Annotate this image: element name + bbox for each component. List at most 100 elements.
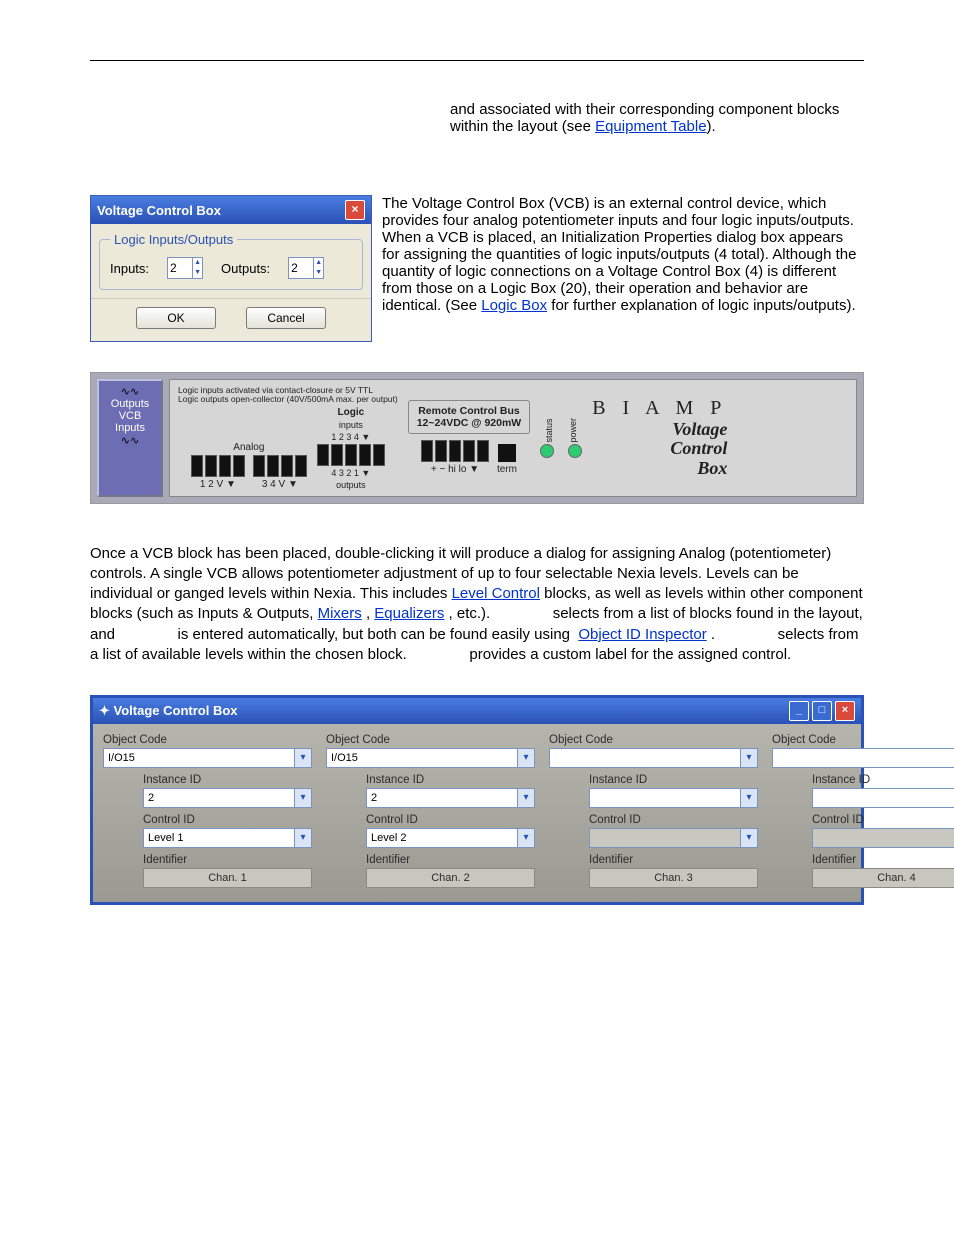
remote-line2: 12~24VDC @ 920mW bbox=[417, 417, 522, 429]
power-led-icon bbox=[568, 444, 582, 458]
object-code-value[interactable] bbox=[550, 749, 740, 767]
instance-id-label: Instance ID bbox=[768, 772, 954, 788]
brand-sub3: Box bbox=[592, 459, 727, 479]
instance-id-value[interactable] bbox=[813, 789, 954, 807]
chevron-down-icon[interactable]: ▾ bbox=[294, 749, 311, 767]
remote-bus-box: Remote Control Bus 12~24VDC @ 920mW bbox=[408, 400, 531, 434]
close-icon[interactable]: × bbox=[835, 701, 855, 721]
control-id-value[interactable] bbox=[144, 829, 294, 847]
control-id-combo: ▾ bbox=[589, 828, 758, 848]
control-id-combo[interactable]: ▾ bbox=[143, 828, 312, 848]
block-inputs-label: Inputs bbox=[101, 422, 159, 434]
chevron-down-icon[interactable]: ▾ bbox=[294, 829, 311, 847]
outputs-value[interactable] bbox=[289, 258, 313, 278]
chevron-down-icon[interactable]: ▾ bbox=[517, 749, 534, 767]
level-control-link[interactable]: Level Control bbox=[452, 585, 540, 602]
chevron-down-icon: ▾ bbox=[740, 829, 757, 847]
inputs-value[interactable] bbox=[168, 258, 192, 278]
object-code-combo[interactable]: ▾ bbox=[103, 748, 312, 768]
identifier-value: Chan. 2 bbox=[366, 868, 535, 888]
control-id-label: Control ID bbox=[768, 812, 954, 828]
brand-name: B I A M P bbox=[592, 397, 727, 420]
analog-label: Analog bbox=[233, 442, 264, 453]
instance-id-value[interactable] bbox=[367, 789, 517, 807]
instance-id-combo[interactable]: ▾ bbox=[143, 788, 312, 808]
object-code-combo[interactable]: ▾ bbox=[326, 748, 535, 768]
chevron-down-icon[interactable]: ▼ bbox=[193, 268, 202, 278]
block-vcb-label: VCB bbox=[101, 410, 159, 422]
equalizers-link[interactable]: Equalizers bbox=[374, 605, 444, 622]
control-id-label: Control ID bbox=[99, 812, 316, 828]
control-id-label: Control ID bbox=[322, 812, 539, 828]
minimize-icon[interactable]: _ bbox=[789, 701, 809, 721]
inputs-spin[interactable]: ▲▼ bbox=[167, 257, 203, 279]
dialog-title: Voltage Control Box bbox=[97, 203, 221, 218]
brand-block: B I A M P Voltage Control Box bbox=[592, 397, 727, 479]
object-code-label: Object Code bbox=[768, 732, 954, 748]
outputs-spin[interactable]: ▲▼ bbox=[288, 257, 324, 279]
logic-box-link[interactable]: Logic Box bbox=[481, 297, 547, 314]
hilo-label: + − hi lo ▼ bbox=[431, 464, 479, 475]
logic-out-nums: 4 3 2 1 ▼ bbox=[331, 468, 370, 478]
chevron-down-icon[interactable]: ▼ bbox=[314, 268, 323, 278]
vcb-config-window: ✦ Voltage Control Box _ □ × Object Code▾… bbox=[90, 695, 864, 905]
instance-id-combo[interactable]: ▾ bbox=[366, 788, 535, 808]
chevron-down-icon[interactable]: ▾ bbox=[517, 789, 534, 807]
vcb-layout-block: ∿∿ Outputs VCB Inputs ∿∿ bbox=[97, 379, 163, 497]
chevron-up-icon[interactable]: ▲ bbox=[193, 258, 202, 268]
control-id-combo[interactable]: ▾ bbox=[366, 828, 535, 848]
vcb-titlebar: ✦ Voltage Control Box _ □ × bbox=[93, 698, 861, 724]
close-icon[interactable]: × bbox=[345, 200, 365, 220]
logic-inputs-label: inputs bbox=[339, 420, 363, 430]
object-code-value[interactable] bbox=[327, 749, 517, 767]
control-id-label: Control ID bbox=[545, 812, 762, 828]
instance-id-label: Instance ID bbox=[99, 772, 316, 788]
identifier-value: Chan. 3 bbox=[589, 868, 758, 888]
fineprint2: Logic outputs open-collector (40V/500mA … bbox=[178, 395, 398, 404]
equipment-table-link[interactable]: Equipment Table bbox=[595, 118, 706, 135]
para1-post: for further explanation of logic inputs/… bbox=[551, 297, 855, 314]
term-label: term bbox=[497, 464, 517, 475]
vcb-window-title: Voltage Control Box bbox=[114, 703, 238, 718]
instance-id-value[interactable] bbox=[144, 789, 294, 807]
chevron-down-icon[interactable]: ▾ bbox=[517, 829, 534, 847]
intro-close: ). bbox=[707, 118, 716, 135]
vcb-column-4: Object Code▾Instance ID▾Control ID▾Ident… bbox=[768, 732, 954, 888]
control-id-combo: ▾ bbox=[812, 828, 954, 848]
instance-id-combo[interactable]: ▾ bbox=[812, 788, 954, 808]
status-text: status bbox=[544, 418, 554, 443]
object-code-label: Object Code bbox=[545, 732, 762, 748]
wave-icon: ∿∿ bbox=[101, 385, 159, 398]
block-outputs-label: Outputs bbox=[101, 398, 159, 410]
instance-id-combo[interactable]: ▾ bbox=[589, 788, 758, 808]
mixers-link[interactable]: Mixers bbox=[318, 605, 362, 622]
logic-outputs-label: outputs bbox=[336, 480, 366, 490]
ok-button[interactable]: OK bbox=[136, 307, 216, 329]
instance-id-value[interactable] bbox=[590, 789, 740, 807]
object-id-inspector-link[interactable]: Object ID Inspector bbox=[578, 626, 706, 643]
status-led-icon bbox=[540, 444, 554, 458]
chevron-up-icon[interactable]: ▲ bbox=[314, 258, 323, 268]
dip-nums-a: 1 2 V ▼ bbox=[200, 479, 236, 490]
chevron-down-icon[interactable]: ▾ bbox=[740, 789, 757, 807]
intro-tail-text: and associated with their corresponding … bbox=[450, 101, 864, 135]
power-text: power bbox=[568, 418, 578, 443]
vcb-column-2: Object Code▾Instance ID▾Control ID▾Ident… bbox=[322, 732, 539, 888]
chevron-down-icon[interactable]: ▾ bbox=[294, 789, 311, 807]
identifier-label: Identifier bbox=[322, 852, 539, 868]
control-id-value[interactable] bbox=[367, 829, 517, 847]
object-code-combo[interactable]: ▾ bbox=[549, 748, 758, 768]
object-code-value[interactable] bbox=[773, 749, 954, 767]
identifier-value: Chan. 4 bbox=[812, 868, 954, 888]
vcb-description: The Voltage Control Box (VCB) is an exte… bbox=[382, 195, 864, 314]
top-rule bbox=[90, 60, 864, 61]
chevron-down-icon[interactable]: ▾ bbox=[740, 749, 757, 767]
logic-io-legend: Logic Inputs/Outputs bbox=[110, 232, 237, 247]
control-id-value bbox=[813, 829, 954, 847]
object-code-value[interactable] bbox=[104, 749, 294, 767]
control-id-value bbox=[590, 829, 740, 847]
maximize-icon[interactable]: □ bbox=[812, 701, 832, 721]
identifier-label: Identifier bbox=[768, 852, 954, 868]
object-code-combo[interactable]: ▾ bbox=[772, 748, 954, 768]
cancel-button[interactable]: Cancel bbox=[246, 307, 326, 329]
